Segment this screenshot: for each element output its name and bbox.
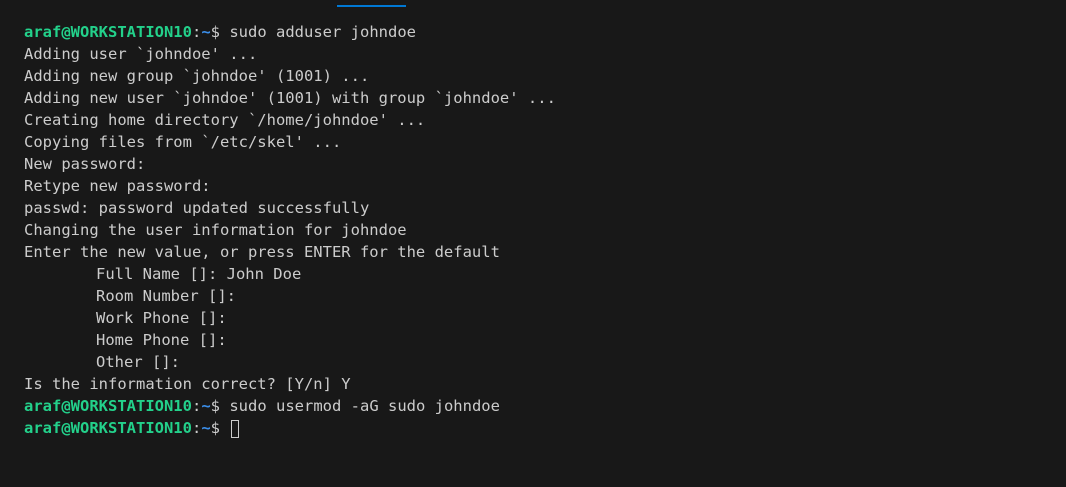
output-line: passwd: password updated successfully: [24, 199, 370, 217]
prompt-colon: :: [191, 23, 202, 41]
user-info-field: Home Phone []:: [96, 331, 227, 349]
output-line: Adding new user `johndoe' (1001) with gr…: [24, 89, 556, 107]
prompt-dollar: $: [210, 23, 221, 41]
confirm-line: Is the information correct? [Y/n] Y: [24, 375, 351, 393]
terminal-panel[interactable]: araf@WORKSTATION10:~$ sudo adduser johnd…: [0, 0, 1066, 487]
output-line: Copying files from `/etc/skel' ...: [24, 133, 342, 151]
output-line: Creating home directory `/home/johndoe' …: [24, 111, 426, 129]
user-info-field: Other []:: [96, 353, 180, 371]
prompt-user-host: araf@WORKSTATION10: [24, 419, 192, 437]
prompt-path: ~: [201, 397, 211, 415]
command-line-adduser: araf@WORKSTATION10:~$ sudo adduser johnd…: [24, 21, 1056, 43]
cursor-block: [231, 419, 240, 438]
active-tab-indicator: [337, 5, 406, 7]
prompt-path: ~: [201, 419, 211, 437]
prompt-user-host: araf@WORKSTATION10: [24, 23, 192, 41]
command-text: sudo adduser johndoe: [220, 23, 416, 41]
prompt-dollar: $: [210, 419, 221, 437]
output-line: Adding user `johndoe' ...: [24, 45, 258, 63]
prompt-user-host: araf@WORKSTATION10: [24, 397, 192, 415]
command-input[interactable]: [220, 419, 229, 437]
command-line-usermod: araf@WORKSTATION10:~$ sudo usermod -aG s…: [24, 395, 1056, 417]
output-line: Enter the new value, or press ENTER for …: [24, 243, 500, 261]
prompt-dollar: $: [210, 397, 221, 415]
command-text: sudo usermod -aG sudo johndoe: [220, 397, 500, 415]
prompt-path: ~: [201, 23, 211, 41]
output-line: Changing the user information for johndo…: [24, 221, 407, 239]
output-line: Adding new group `johndoe' (1001) ...: [24, 67, 370, 85]
command-line-current[interactable]: araf@WORKSTATION10:~$: [24, 417, 1056, 439]
output-line: New password:: [24, 155, 146, 173]
user-info-field: Work Phone []:: [96, 309, 227, 327]
output-line: Retype new password:: [24, 177, 211, 195]
user-info-field: Room Number []:: [96, 287, 236, 305]
user-info-field: Full Name []: John Doe: [96, 265, 302, 283]
terminal-output: araf@WORKSTATION10:~$ sudo adduser johnd…: [24, 21, 1056, 439]
prompt-colon: :: [191, 397, 202, 415]
prompt-colon: :: [191, 419, 202, 437]
